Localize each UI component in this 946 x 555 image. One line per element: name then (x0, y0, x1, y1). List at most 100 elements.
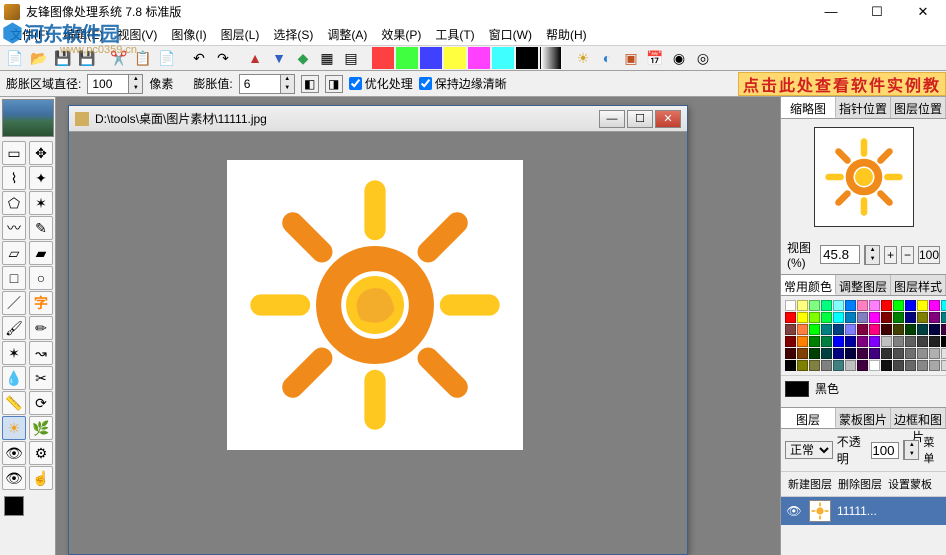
color-swatch[interactable] (797, 336, 808, 347)
color-swatch[interactable] (941, 336, 946, 347)
color-swatch[interactable] (809, 336, 820, 347)
menu-item[interactable]: 窗口(W) (483, 24, 538, 45)
pencil-yellow-button[interactable]: ✎ (29, 216, 53, 240)
rect-sel-button[interactable]: ▭ (2, 141, 26, 165)
color-swatch[interactable] (821, 360, 832, 371)
color-icon[interactable] (444, 47, 466, 69)
color-swatch[interactable] (833, 300, 844, 311)
spin-up-icon[interactable]: ▲ (280, 75, 294, 84)
color-swatch[interactable] (857, 312, 868, 323)
color-swatch[interactable] (893, 348, 904, 359)
zoom-in-button[interactable]: + (884, 246, 897, 264)
opacity-input[interactable] (871, 442, 899, 459)
tab[interactable]: 蒙板图片 (836, 408, 891, 428)
color-swatch[interactable] (821, 336, 832, 347)
spin-down-icon[interactable]: ▼ (280, 84, 294, 93)
color-swatch[interactable] (941, 348, 946, 359)
color-swatch[interactable] (845, 360, 856, 371)
paint-roller-button[interactable]: ▰ (29, 241, 53, 265)
color-swatch[interactable] (881, 360, 892, 371)
option-btn[interactable]: ◨ (325, 75, 343, 93)
color-swatch[interactable] (797, 324, 808, 335)
doc-close-button[interactable]: ✕ (655, 110, 681, 128)
promo-banner[interactable]: 点击此处查看软件实例教 (738, 72, 946, 96)
color-swatch[interactable] (929, 300, 940, 311)
dropper-button[interactable]: 💧 (2, 366, 26, 390)
redeye-button[interactable]: 👁 (2, 466, 26, 490)
color-icon[interactable] (492, 47, 514, 69)
redo-icon[interactable]: ↷ (212, 47, 234, 69)
color-swatch[interactable] (845, 348, 856, 359)
tab[interactable]: 调整图层 (836, 275, 891, 295)
visibility-icon[interactable]: 👁 (785, 502, 803, 520)
option-btn[interactable]: ◧ (301, 75, 319, 93)
color-swatch[interactable] (941, 300, 946, 311)
edge-checkbox[interactable]: 保持边缘清晰 (419, 75, 507, 92)
menu-item[interactable]: 帮助(H) (540, 24, 593, 45)
color-swatch[interactable] (821, 312, 832, 323)
document-canvas[interactable] (227, 160, 523, 450)
color-swatch[interactable] (833, 324, 844, 335)
tool-icon[interactable]: ▤ (340, 47, 362, 69)
undo-icon[interactable]: ↶ (188, 47, 210, 69)
layer-action-button[interactable]: 新建图层 (785, 474, 835, 494)
color-swatch[interactable] (893, 360, 904, 371)
optimize-checkbox[interactable]: 优化处理 (349, 75, 413, 92)
brush-button[interactable]: 🖌 (2, 316, 26, 340)
color-swatch[interactable] (821, 300, 832, 311)
color-swatch[interactable] (869, 348, 880, 359)
color-swatch[interactable] (845, 300, 856, 311)
paste-icon[interactable]: 📄 (156, 47, 178, 69)
color-swatch[interactable] (809, 312, 820, 323)
color-icon[interactable] (420, 47, 442, 69)
color-swatch[interactable] (857, 360, 868, 371)
clone-button[interactable]: ✶ (2, 341, 26, 365)
expand-spinbox[interactable]: ▲▼ (239, 74, 295, 94)
spin-up-icon[interactable]: ▲ (865, 246, 879, 255)
color-swatch[interactable] (881, 348, 892, 359)
color-swatch[interactable] (833, 336, 844, 347)
color-swatch[interactable] (857, 348, 868, 359)
zoom-100-button[interactable]: 100 (918, 246, 940, 264)
color-swatch[interactable] (809, 360, 820, 371)
layer-action-button[interactable]: 删除图层 (835, 474, 885, 494)
color-swatch[interactable] (929, 312, 940, 323)
color-swatch[interactable] (785, 348, 796, 359)
lasso-button[interactable]: ⌇ (2, 166, 26, 190)
new-file-icon[interactable]: 📄 (4, 47, 26, 69)
zoom-out-button[interactable]: − (901, 246, 914, 264)
color-swatch[interactable] (845, 312, 856, 323)
radius-spinbox[interactable]: ▲▼ (87, 74, 143, 94)
freehand-button[interactable]: 〰 (2, 216, 26, 240)
thumbnail-preview[interactable] (814, 127, 914, 227)
color-swatch[interactable] (929, 360, 940, 371)
expand-input[interactable] (240, 77, 280, 91)
color-swatch[interactable] (917, 324, 928, 335)
color-swatch[interactable] (869, 360, 880, 371)
radius-input[interactable] (88, 77, 128, 91)
polygon-sel-button[interactable]: ⬠ (2, 191, 26, 215)
color-swatch[interactable] (785, 324, 796, 335)
minimize-button[interactable]: — (808, 0, 854, 23)
color-swatch[interactable] (833, 312, 844, 323)
menu-item[interactable]: 选择(S) (267, 24, 319, 45)
menu-item[interactable]: 工具(T) (429, 24, 480, 45)
menu-item[interactable]: 调整(A) (321, 24, 373, 45)
color-swatch[interactable] (797, 360, 808, 371)
menu-item[interactable]: 视图(V) (111, 24, 163, 45)
eraser-button[interactable]: ▱ (2, 241, 26, 265)
square-button[interactable]: □ (2, 266, 26, 290)
color-swatch[interactable] (893, 324, 904, 335)
spin-down-icon[interactable]: ▼ (865, 255, 879, 264)
color-swatch[interactable] (821, 324, 832, 335)
tool-icon[interactable]: ◎ (692, 47, 714, 69)
color-swatch[interactable] (833, 360, 844, 371)
sun-tool-button[interactable]: ☀ (2, 416, 26, 440)
color-swatch[interactable] (785, 312, 796, 323)
tab[interactable]: 缩略图 (781, 97, 836, 118)
current-color-swatch[interactable] (785, 381, 809, 397)
tool-icon[interactable]: ☀ (572, 47, 594, 69)
color-swatch[interactable] (905, 312, 916, 323)
color-swatch[interactable] (893, 300, 904, 311)
tab[interactable]: 图层位置 (891, 97, 946, 118)
